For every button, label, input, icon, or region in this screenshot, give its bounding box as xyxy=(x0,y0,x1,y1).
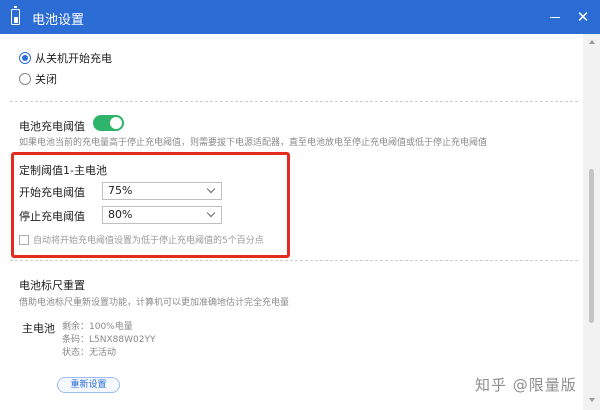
stop-threshold-label: 停止充电阈值 xyxy=(19,210,85,223)
threshold-description: 如果电池当前的充电量高于停止充电阈值，则需要拔下电源适配器，直至电池放电至停止充… xyxy=(19,138,488,148)
auto-threshold-label: 自动将开始充电阈值设置为低于停止充电阈值的5个百分点 xyxy=(33,236,264,246)
divider xyxy=(10,101,578,102)
scroll-down-icon[interactable] xyxy=(589,398,595,402)
threshold-title: 电池充电阈值 xyxy=(19,120,85,133)
scrollbar[interactable] xyxy=(583,34,600,410)
title-bar: 电池设置 ✕ xyxy=(0,0,600,34)
reset-button[interactable]: 重新设置 xyxy=(57,377,120,393)
gauge-reset-title: 电池标尺重置 xyxy=(19,279,85,292)
stop-threshold-value: 80% xyxy=(108,208,133,221)
scroll-thumb[interactable] xyxy=(589,169,594,323)
gauge-reset-description: 借助电池标尺重新设置功能，计算机可以更加准确地估计完全充电量 xyxy=(19,298,290,308)
custom-threshold-title: 定制阈值1-主电池 xyxy=(19,164,107,177)
radio-label: 关闭 xyxy=(35,73,57,86)
start-threshold-label: 开始充电阈值 xyxy=(19,186,85,199)
radio-label: 从关机开始充电 xyxy=(35,52,112,65)
radio-selected-icon[interactable] xyxy=(19,52,31,64)
settings-content: 从关机开始充电 关闭 电池充电阈值 如果电池当前的充电量高于停止充电阈值，则需要… xyxy=(0,34,600,410)
radio-unselected-icon[interactable] xyxy=(19,73,31,85)
battery-icon xyxy=(11,6,20,25)
minimize-button[interactable] xyxy=(540,0,570,34)
scroll-up-icon[interactable] xyxy=(589,40,595,44)
radio-off[interactable]: 关闭 xyxy=(19,71,57,87)
main-battery-label: 主电池 xyxy=(22,322,55,335)
chevron-down-icon xyxy=(206,184,216,194)
close-button[interactable]: ✕ xyxy=(568,0,598,34)
start-threshold-value: 75% xyxy=(108,184,133,197)
window-title: 电池设置 xyxy=(32,13,85,28)
battery-remaining: 剩余：100%电量 xyxy=(62,322,133,332)
start-threshold-select[interactable]: 75% xyxy=(102,182,222,200)
auto-threshold-option[interactable]: 自动将开始充电阈值设置为低于停止充电阈值的5个百分点 xyxy=(19,233,264,246)
radio-start-from-shutdown[interactable]: 从关机开始充电 xyxy=(19,50,112,66)
auto-threshold-checkbox[interactable] xyxy=(19,234,29,245)
battery-status: 状态：无活动 xyxy=(62,348,117,358)
threshold-toggle[interactable] xyxy=(93,115,124,131)
minimize-icon xyxy=(550,16,560,18)
chevron-down-icon xyxy=(206,208,216,218)
divider xyxy=(10,260,578,261)
watermark: 知乎 @限量版 xyxy=(475,376,577,394)
stop-threshold-select[interactable]: 80% xyxy=(102,206,222,224)
battery-barcode: 条码：L5NX88W02YY xyxy=(62,335,156,345)
